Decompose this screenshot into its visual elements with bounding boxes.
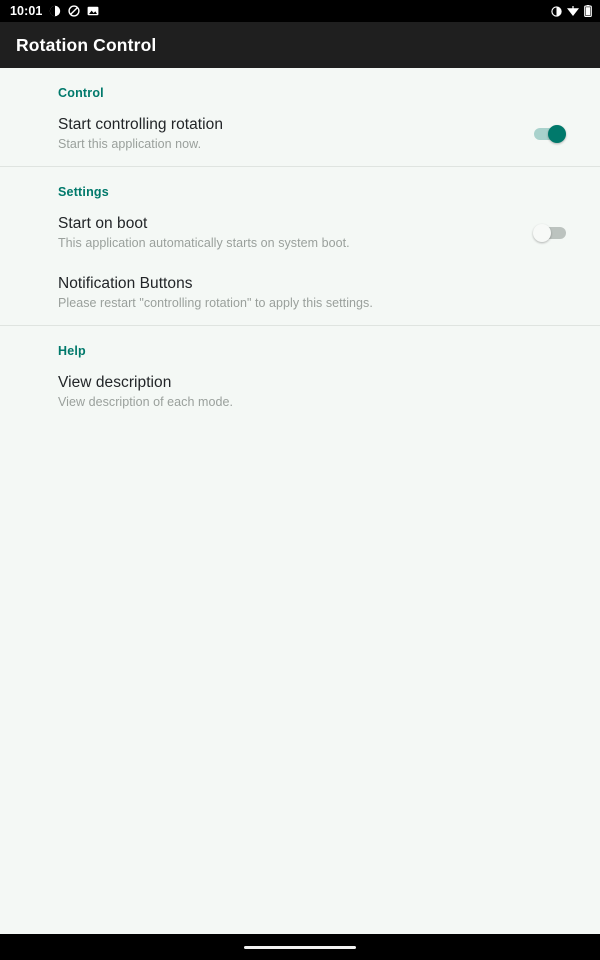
image-icon xyxy=(87,5,99,17)
app-bar: Rotation Control xyxy=(0,22,600,68)
pref-summary: This application automatically starts on… xyxy=(58,236,350,251)
switch-thumb xyxy=(548,125,566,143)
switch-start-controlling-rotation[interactable] xyxy=(533,124,567,144)
section-header-help: Help xyxy=(58,344,86,358)
pref-title: Start controlling rotation xyxy=(58,116,223,133)
contrast-icon xyxy=(551,5,562,17)
pref-summary: Please restart "controlling rotation" to… xyxy=(58,296,373,311)
pref-row-start-controlling-rotation[interactable]: Start controlling rotation Start this ap… xyxy=(0,106,600,166)
pref-title: Start on boot xyxy=(58,215,148,232)
preference-section-help: Help View description View description o… xyxy=(0,325,600,424)
pref-title: Notification Buttons xyxy=(58,275,193,292)
section-header-control: Control xyxy=(58,86,104,100)
home-gesture-pill[interactable] xyxy=(244,945,356,949)
preferences-list: Control Start controlling rotation Start… xyxy=(0,68,600,934)
pref-row-view-description[interactable]: View description View description of eac… xyxy=(0,364,600,424)
pref-row-notification-buttons[interactable]: Notification Buttons Please restart "con… xyxy=(0,265,600,325)
pref-row-start-on-boot[interactable]: Start on boot This application automatic… xyxy=(0,205,600,265)
pref-widget xyxy=(524,124,576,144)
page-title: Rotation Control xyxy=(16,34,157,55)
silent-mode-icon xyxy=(68,5,81,17)
pref-widget xyxy=(524,223,576,243)
contrast-icon xyxy=(49,5,61,17)
section-header-settings: Settings xyxy=(58,185,109,199)
status-bar: 10:01 xyxy=(0,0,600,22)
pref-text: View description View description of eac… xyxy=(58,373,576,411)
pref-text: Start controlling rotation Start this ap… xyxy=(58,115,508,153)
status-bar-left: 10:01 xyxy=(10,5,99,18)
navigation-bar xyxy=(0,934,600,960)
phone-screen: 10:01 Rotation Control Control Start con… xyxy=(0,0,600,960)
pref-summary: Start this application now. xyxy=(58,137,202,152)
pref-summary: View description of each mode. xyxy=(58,395,233,410)
wifi-icon xyxy=(566,5,580,17)
switch-thumb xyxy=(533,224,551,242)
preference-section-settings: Settings Start on boot This application … xyxy=(0,166,600,325)
pref-title: View description xyxy=(58,374,172,391)
switch-start-on-boot[interactable] xyxy=(533,223,567,243)
preference-section-control: Control Start controlling rotation Start… xyxy=(0,68,600,166)
status-bar-right xyxy=(551,5,592,17)
status-bar-clock: 10:01 xyxy=(10,3,43,18)
pref-text: Start on boot This application automatic… xyxy=(58,214,508,252)
pref-text: Notification Buttons Please restart "con… xyxy=(58,274,576,312)
battery-icon xyxy=(584,5,592,17)
